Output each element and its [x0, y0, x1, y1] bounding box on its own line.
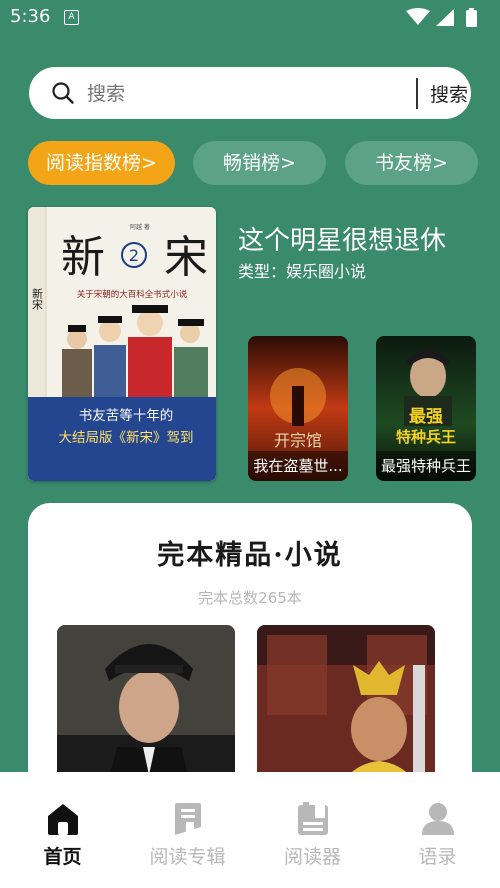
mini-book-card[interactable]: 开宗馆 我在盗墓世... [248, 336, 348, 481]
cover-tagline: 关于宋朝的大百科全书式小说 [77, 289, 188, 300]
cover-banner-line2: 大结局版《新宋》驾到 [59, 430, 194, 446]
app-notification-icon: A [64, 10, 79, 25]
album-icon [174, 803, 201, 835]
mini-book-cover-text: 开宗馆 [274, 431, 322, 450]
status-icons [406, 8, 477, 27]
featured-book-cover[interactable]: 新宋 新 宋 2 阿越 著 关于宋朝的大百科全书式小说 书友苦等十年的 大结局版… [28, 207, 216, 481]
nav-label-home: 首页 [43, 846, 82, 868]
signal-icon [436, 9, 454, 26]
cover-title-char-2: 宋 [164, 232, 208, 283]
nav-label-quotes: 语录 [418, 846, 457, 868]
nav-label-reader: 阅读器 [283, 846, 341, 868]
tab-reader-favorites[interactable]: 书友榜> [345, 141, 478, 185]
featured-book-genre: 类型：娱乐圈小说 [238, 262, 367, 281]
nav-item-quotes[interactable]: 语录 [375, 802, 500, 869]
nav-label-album: 阅读专辑 [149, 846, 226, 868]
search-bar: 搜索 [29, 67, 471, 119]
nav-item-album[interactable]: 阅读专辑 [125, 802, 250, 869]
status-time: 5:36 [10, 6, 51, 27]
nav-item-reader[interactable]: 阅读器 [250, 802, 375, 869]
search-divider [416, 78, 418, 109]
wifi-icon [406, 8, 430, 25]
status-bar: 5:36 A [0, 0, 500, 34]
mini-book-card[interactable]: 最强 特种兵王 最强特种兵王 [376, 336, 476, 481]
tab-reading-index[interactable]: 阅读指数榜> [28, 141, 175, 185]
section-subtitle: 完本总数265本 [198, 589, 302, 607]
profile-icon [421, 803, 454, 835]
cover-banner-line1: 书友苦等十年的 [79, 407, 174, 424]
svg-text:最强: 最强 [409, 407, 443, 427]
home-icon [47, 804, 78, 835]
cover-title-char-1: 新 [61, 232, 105, 283]
section-title: 完本精品·小说 [157, 540, 343, 571]
cover-spine-text: 新宋 [31, 287, 44, 311]
mini-book-caption: 最强特种兵王 [376, 451, 476, 481]
tab-bestseller[interactable]: 畅销榜> [193, 141, 326, 185]
mini-book-caption: 我在盗墓世... [248, 451, 348, 481]
cover-artwork: 新宋 新 宋 2 阿越 著 关于宋朝的大百科全书式小说 书友苦等十年的 大结局版… [28, 207, 216, 481]
cover-author: 阿越 著 [130, 223, 150, 231]
bottom-navigation: 首页 阅读专辑 阅读器 语录 [0, 772, 500, 888]
reader-icon [297, 802, 328, 835]
nav-item-home[interactable]: 首页 [0, 802, 125, 869]
featured-book-title[interactable]: 这个明星很想退休 [238, 220, 446, 257]
cover-volume: 2 [129, 246, 139, 265]
battery-icon [466, 10, 477, 27]
search-input[interactable] [85, 80, 399, 108]
svg-text:特种兵王: 特种兵王 [396, 428, 456, 446]
search-button[interactable]: 搜索 [430, 80, 468, 107]
search-icon [52, 82, 74, 104]
